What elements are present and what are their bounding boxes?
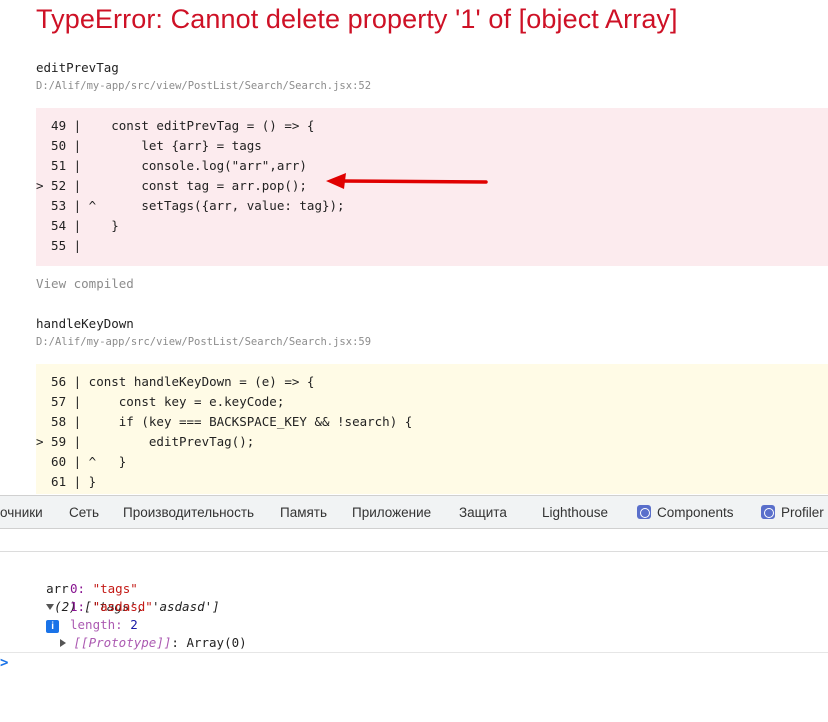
code-snippet: 56 | const handleKeyDown = (e) => { 57 |… [36, 364, 828, 494]
code-line: 60 | ^ } [36, 454, 127, 469]
code-line: 55 | [36, 238, 82, 253]
annotation-arrow-icon [326, 173, 488, 189]
expand-triangle-icon[interactable] [46, 604, 55, 610]
array-item: 1: "asdasd" [70, 599, 153, 614]
react-gem-icon [761, 505, 775, 519]
code-line: 53 | ^ setTags({arr, value: tag}); [36, 198, 345, 213]
frame-function-name: handleKeyDown [36, 316, 134, 331]
array-prototype[interactable]: [[Prototype]]: Array(0) [60, 634, 247, 652]
console-toolbar [0, 529, 828, 552]
code-line-highlighted: > 52 | const tag = arr.pop(); [36, 178, 307, 193]
code-line: 61 | } [36, 474, 97, 489]
code-line: 49 | const editPrevTag = () => { [36, 118, 315, 133]
code-line-highlighted: > 59 | editPrevTag(); [36, 434, 255, 449]
info-icon[interactable]: i [46, 620, 60, 633]
frame-function-name: editPrevTag [36, 60, 119, 75]
code-line: 54 | } [36, 218, 119, 233]
tab-sources[interactable]: очники [0, 496, 43, 529]
array-length: length: 2 [70, 617, 138, 632]
tab-lighthouse[interactable]: Lighthouse [542, 496, 608, 529]
code-line: 56 | const handleKeyDown = (e) => { [36, 374, 315, 389]
console-log-entry[interactable]: arr (2) ['tags', 'asdasd'] i [16, 562, 220, 633]
view-compiled-link[interactable]: View compiled [36, 276, 134, 291]
tab-performance[interactable]: Производительность [123, 496, 254, 529]
code-line: 50 | let {arr} = tags [36, 138, 262, 153]
devtools-tab-bar: очники Сеть Производительность Память Пр… [0, 495, 828, 529]
frame-file-path[interactable]: D:/Alif/my-app/src/view/PostList/Search/… [36, 80, 371, 92]
tab-security[interactable]: Защита [459, 496, 507, 529]
tab-profiler[interactable]: Profiler [761, 496, 824, 529]
react-gem-icon [637, 505, 651, 519]
array-item: 0: "tags" [70, 581, 138, 596]
divider [0, 652, 828, 653]
error-title: TypeError: Cannot delete property '1' of… [36, 4, 678, 34]
tab-application[interactable]: Приложение [352, 496, 431, 529]
frame-file-path[interactable]: D:/Alif/my-app/src/view/PostList/Search/… [36, 336, 371, 348]
tab-memory[interactable]: Память [280, 496, 327, 529]
code-line: 51 | console.log("arr",arr) [36, 158, 307, 173]
code-line: 58 | if (key === BACKSPACE_KEY && !searc… [36, 414, 413, 429]
code-line: 57 | const key = e.keyCode; [36, 394, 285, 409]
tab-components[interactable]: Components [637, 496, 734, 529]
tab-network[interactable]: Сеть [69, 496, 99, 529]
expand-triangle-icon[interactable] [60, 639, 66, 647]
console-prompt-icon[interactable]: > [0, 655, 8, 671]
